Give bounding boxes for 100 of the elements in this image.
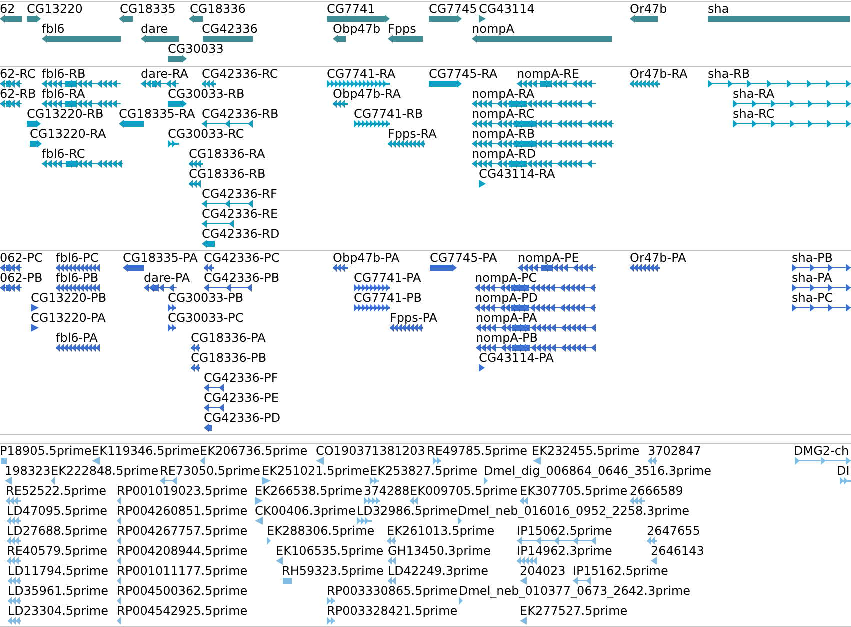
feature-label: 62-RC bbox=[0, 67, 36, 81]
feature-label: RP001011177.5prime bbox=[117, 564, 248, 578]
feature-label: CG7741-PB bbox=[354, 291, 422, 305]
feature-label: GH13450.3prime bbox=[388, 544, 491, 558]
feature-label: CG18335 bbox=[120, 2, 176, 16]
feature-label: 3702847 bbox=[648, 444, 702, 458]
feature-label: 2666589 bbox=[630, 484, 684, 498]
feature-label: CG18335-PA bbox=[123, 251, 198, 265]
feature-label: CG7741-RA bbox=[327, 67, 396, 81]
feature-label: CG42336-RF bbox=[202, 187, 278, 201]
feature-label: EK277527.5prime bbox=[520, 604, 628, 618]
feature-label: nompA-RB bbox=[472, 127, 536, 141]
feature-label: Dmel_neb_010377_0673_2642.3prime bbox=[459, 584, 691, 598]
feature-label: CG42336-PE bbox=[204, 391, 279, 405]
feature-label: EK251021.5prime bbox=[262, 464, 370, 478]
feature-label: nompA-RD bbox=[472, 147, 536, 161]
feature-label: CG18336-PA bbox=[191, 331, 266, 345]
feature-label: nompA-RE bbox=[517, 67, 580, 81]
feature-label: EK106535.5prime bbox=[276, 544, 384, 558]
feature-label: RP004260851.5prime bbox=[117, 504, 248, 518]
feature-label: DI bbox=[837, 464, 850, 478]
feature-label: nompA-PA bbox=[476, 311, 538, 325]
feature-label: CG30033-RB bbox=[168, 87, 245, 101]
feature-label: CG43114-RA bbox=[479, 167, 556, 181]
feature-label: nompA-RA bbox=[472, 87, 535, 101]
feature-label: IP14962.3prime bbox=[517, 544, 612, 558]
feature-label: LD35961.5prime bbox=[8, 584, 109, 598]
feature-label: CG42336-RC bbox=[202, 67, 278, 81]
feature-label: EK266538.5prime bbox=[255, 484, 363, 498]
feature-label: EK253827.5prime bbox=[370, 464, 478, 478]
feature-label: 204023 bbox=[520, 564, 566, 578]
feature-label: RH59323.5prime bbox=[282, 564, 384, 578]
feature-label: IP15062.5prime bbox=[517, 524, 612, 538]
feature-label: CG13220-RB bbox=[27, 107, 104, 121]
feature-label: fbl6-RA bbox=[42, 87, 86, 101]
feature-label: CG7741-PA bbox=[354, 271, 422, 285]
feature-label: RP001019023.5prime bbox=[117, 484, 248, 498]
feature-label: CG42336-RB bbox=[202, 107, 279, 121]
feature-label: CG7745-PA bbox=[430, 251, 498, 265]
feature-label: fbl6-PB bbox=[56, 271, 99, 285]
feature-label: CG7745-RA bbox=[429, 67, 498, 81]
feature-label: LD23304.5prime bbox=[8, 604, 109, 618]
feature-label: EK307705.5prime bbox=[520, 484, 628, 498]
feature-label: nompA-PE bbox=[518, 251, 580, 265]
feature-label: CG42336-PC bbox=[204, 251, 280, 265]
feature-label: EK119346.5prime bbox=[92, 444, 200, 458]
feature-label: DMG2-ch bbox=[794, 444, 850, 458]
feature-label: CG7741-RB bbox=[354, 107, 424, 121]
feature-label: CG42336-PD bbox=[204, 411, 281, 425]
feature-label: CG18336-RB bbox=[189, 167, 266, 181]
feature-label: P18905.5prime bbox=[0, 444, 92, 458]
feature-label: 2646143 bbox=[651, 544, 704, 558]
feature-label: EK232455.5prime bbox=[532, 444, 640, 458]
feature-label: 62 bbox=[0, 2, 16, 16]
feature-label: CG30033-PC bbox=[168, 311, 244, 325]
feature-label: Obp47b-RA bbox=[333, 87, 401, 101]
feature-label: RP004208944.5prime bbox=[117, 544, 248, 558]
feature-label: CG13220-PB bbox=[31, 291, 107, 305]
feature-label: CG30033-RC bbox=[168, 127, 244, 141]
feature-label: Or47b-PA bbox=[630, 251, 686, 265]
feature-label: LD27688.5prime bbox=[7, 524, 108, 538]
feature-label: dare-PA bbox=[144, 271, 190, 285]
feature-label: 374288 bbox=[364, 484, 410, 498]
feature-label: Obp47b bbox=[333, 22, 381, 36]
feature-label: LD42249.3prime bbox=[388, 564, 489, 578]
feature-label: EK261013.5prime bbox=[387, 524, 495, 538]
feature-label: Fpps-RA bbox=[388, 127, 437, 141]
feature-label: IP15162.5prime bbox=[573, 564, 668, 578]
feature-label: CG18336 bbox=[190, 2, 246, 16]
feature-label: fbl6-PA bbox=[56, 331, 98, 345]
feature-label: CG18335-RA bbox=[119, 107, 196, 121]
feature-label: CO190371381203 bbox=[316, 444, 426, 458]
feature-label: sha-RC bbox=[733, 107, 775, 121]
feature-label: Dmel_dig_006864_0646_3516.3prime bbox=[484, 464, 712, 478]
feature-label: fbl6-RB bbox=[42, 67, 86, 81]
feature-label: LD47095.5prime bbox=[7, 504, 108, 518]
feature-label: CG30033 bbox=[168, 42, 224, 56]
feature-label: CG13220-PA bbox=[31, 311, 106, 325]
feature-label: RP003330865.5prime bbox=[327, 584, 458, 598]
feature-label: RP004500362.5prime bbox=[117, 584, 248, 598]
feature-label: Fpps-PA bbox=[390, 311, 438, 325]
feature-label: sha-PA bbox=[792, 271, 832, 285]
feature-label: CK00406.3prime bbox=[255, 504, 356, 518]
feature-label: EK222848.5prime bbox=[51, 464, 159, 478]
feature-label: nompA-PC bbox=[475, 271, 538, 285]
feature-label: LD32986.5prime bbox=[357, 504, 458, 518]
feature-label: Or47b-RA bbox=[630, 67, 688, 81]
feature-label: CG42336-RD bbox=[202, 227, 280, 241]
feature-label: sha-PB bbox=[792, 251, 834, 265]
feature-label: CG42336-RE bbox=[202, 207, 278, 221]
feature-label: RE40579.5prime bbox=[7, 544, 108, 558]
feature-label: 198323 bbox=[5, 464, 51, 478]
feature-label: sha-PC bbox=[792, 291, 834, 305]
feature-label: Obp47b-PA bbox=[333, 251, 400, 265]
feature-label: sha-RB bbox=[708, 67, 750, 81]
feature-label: RP003328421.5prime bbox=[327, 604, 458, 618]
feature-label: fbl6-PC bbox=[56, 251, 99, 265]
feature-label: 062-PC bbox=[0, 251, 43, 265]
feature-label: 062-PB bbox=[0, 271, 43, 285]
feature-label: RE49785.5prime bbox=[427, 444, 528, 458]
